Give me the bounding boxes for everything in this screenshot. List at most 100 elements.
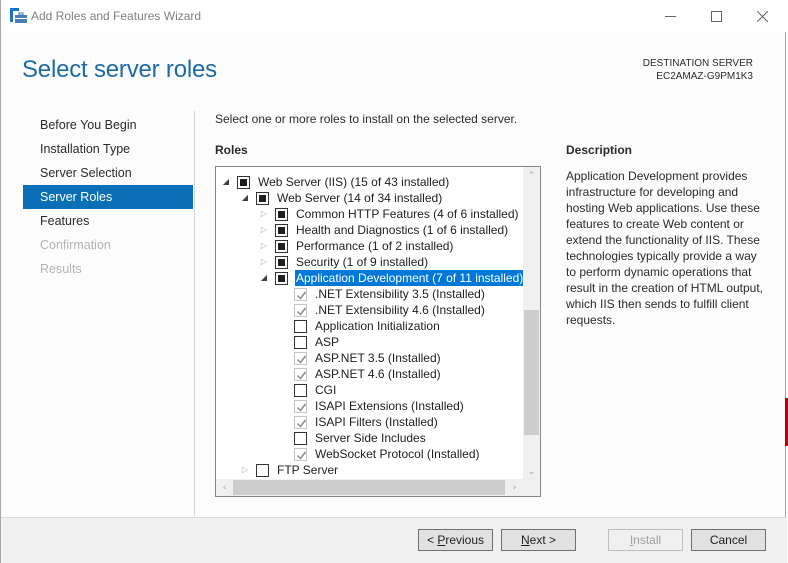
nav-item-installation-type[interactable]: Installation Type [23, 137, 193, 161]
role-checkbox[interactable] [294, 384, 307, 397]
expanded-triangle-icon[interactable]: ◢ [220, 174, 232, 190]
tree-row[interactable]: ◢ Application Development (7 of 11 instal… [216, 270, 525, 286]
close-button[interactable] [739, 0, 785, 32]
tree-row[interactable]: Server Side Includes [216, 430, 524, 446]
role-label[interactable]: ASP.NET 4.6 (Installed) [314, 366, 442, 382]
chevron-up-icon: ⌃ [527, 170, 536, 181]
nav-item-server-selection[interactable]: Server Selection [23, 161, 193, 185]
next-label: ext > [529, 533, 557, 547]
collapsed-triangle-icon[interactable]: ▷ [258, 254, 270, 270]
role-checkbox[interactable] [275, 224, 288, 237]
scroll-right-button[interactable]: › [506, 479, 523, 496]
expanded-triangle-icon[interactable]: ◢ [239, 190, 251, 206]
tree-row[interactable]: ◢ Web Server (IIS) (15 of 43 installed) [216, 174, 524, 190]
roles-tree-rows: ◢ Web Server (IIS) (15 of 43 installed) ◢ W… [216, 174, 525, 478]
tree-row[interactable]: WebSocket Protocol (Installed) [216, 446, 524, 462]
checkmark-icon [296, 307, 307, 316]
tree-row[interactable]: ASP.NET 3.5 (Installed) [216, 350, 524, 366]
scroll-left-button[interactable]: ‹ [216, 479, 233, 496]
role-label[interactable]: Health and Diagnostics (1 of 6 installed… [295, 222, 509, 238]
role-label[interactable]: .NET Extensibility 3.5 (Installed) [314, 286, 486, 302]
horizontal-scrollbar[interactable]: ‹ › [216, 479, 540, 496]
scroll-up-button[interactable]: ⌃ [523, 167, 540, 184]
collapsed-triangle-icon[interactable]: ▷ [258, 222, 270, 238]
role-label[interactable]: Performance (1 of 2 installed) [295, 238, 454, 254]
role-label[interactable]: Application Initialization [314, 318, 441, 334]
tree-row[interactable]: ISAPI Filters (Installed) [216, 414, 524, 430]
tree-row[interactable]: .NET Extensibility 3.5 (Installed) [216, 286, 524, 302]
role-checkbox[interactable] [275, 256, 288, 269]
collapsed-triangle-icon[interactable]: ▷ [239, 462, 251, 478]
nav-divider [194, 111, 195, 516]
previous-label: revious [445, 533, 485, 547]
tree-row[interactable]: ◢ Web Server (14 of 34 installed) [216, 190, 524, 206]
role-label[interactable]: Application Development (7 of 11 install… [295, 270, 525, 286]
checkmark-icon [296, 403, 307, 412]
wizard-window: Add Roles and Features Wizard Select ser… [0, 0, 787, 563]
tree-row[interactable]: ▷ FTP Server [216, 462, 524, 478]
tree-row[interactable]: ASP [216, 334, 524, 350]
cancel-button[interactable]: Cancel [691, 529, 766, 551]
role-checkbox [294, 448, 307, 461]
role-checkbox[interactable] [294, 432, 307, 445]
tree-row[interactable]: ISAPI Extensions (Installed) [216, 398, 524, 414]
title-bar[interactable]: Add Roles and Features Wizard [1, 0, 787, 32]
role-checkbox[interactable] [256, 464, 269, 477]
scroll-down-button[interactable]: ⌄ [523, 463, 540, 480]
role-label[interactable]: ISAPI Filters (Installed) [314, 414, 439, 430]
tree-row[interactable]: ▷ Common HTTP Features (4 of 6 installed) [216, 206, 524, 222]
destination-server-name: EC2AMAZ-G9PM1K3 [656, 71, 753, 82]
role-label[interactable]: ISAPI Extensions (Installed) [314, 398, 465, 414]
expanded-triangle-icon[interactable]: ◢ [258, 270, 270, 286]
role-label[interactable]: CGI [314, 382, 337, 398]
role-checkbox[interactable] [294, 336, 307, 349]
role-checkbox[interactable] [275, 272, 288, 285]
previous-mnemonic: P [437, 533, 446, 547]
role-label[interactable]: Web Server (14 of 34 installed) [276, 190, 443, 206]
role-checkbox [294, 288, 307, 301]
tree-row[interactable]: Application Initialization [216, 318, 524, 334]
minimize-button[interactable] [647, 0, 693, 32]
install-label: nstall [633, 533, 662, 547]
role-label[interactable]: Server Side Includes [314, 430, 427, 446]
vertical-scrollbar[interactable]: ⌃ ⌄ [523, 167, 540, 480]
nav-item-server-roles[interactable]: Server Roles [23, 185, 193, 209]
tree-row[interactable]: ▷ Health and Diagnostics (1 of 6 installe… [216, 222, 524, 238]
role-label[interactable]: FTP Server [276, 462, 339, 478]
chevron-down-icon: ⌄ [527, 466, 536, 477]
roles-heading: Roles [215, 143, 248, 157]
collapsed-triangle-icon[interactable]: ▷ [258, 206, 270, 222]
role-label[interactable]: Web Server (IIS) (15 of 43 installed) [257, 174, 450, 190]
collapsed-triangle-icon[interactable]: ▷ [258, 238, 270, 254]
next-mnemonic: N [520, 533, 530, 547]
role-checkbox[interactable] [275, 240, 288, 253]
tree-row[interactable]: ASP.NET 4.6 (Installed) [216, 366, 524, 382]
role-checkbox[interactable] [294, 320, 307, 333]
horizontal-scroll-thumb[interactable] [233, 480, 505, 495]
maximize-button[interactable] [693, 0, 739, 32]
tree-row[interactable]: .NET Extensibility 4.6 (Installed) [216, 302, 524, 318]
role-label[interactable]: ASP.NET 3.5 (Installed) [314, 350, 442, 366]
previous-button[interactable]: < Previous [418, 529, 493, 551]
role-checkbox[interactable] [275, 208, 288, 221]
tree-row[interactable]: ▷ Performance (1 of 2 installed) [216, 238, 524, 254]
tree-row[interactable]: CGI [216, 382, 524, 398]
wizard-steps-nav: Before You Begin Installation Type Serve… [23, 113, 193, 281]
role-checkbox[interactable] [256, 192, 269, 205]
role-label[interactable]: Common HTTP Features (4 of 6 installed) [295, 206, 520, 222]
vertical-scroll-thumb[interactable] [524, 310, 539, 435]
role-label[interactable]: WebSocket Protocol (Installed) [314, 446, 481, 462]
nav-item-features[interactable]: Features [23, 209, 193, 233]
checkmark-icon [296, 355, 307, 364]
role-label[interactable]: .NET Extensibility 4.6 (Installed) [314, 302, 486, 318]
role-label[interactable]: Security (1 of 9 installed) [295, 254, 429, 270]
nav-item-before-you-begin[interactable]: Before You Begin [23, 113, 193, 137]
role-checkbox [294, 368, 307, 381]
next-button[interactable]: Next > [501, 529, 576, 551]
roles-tree[interactable]: ◢ Web Server (IIS) (15 of 43 installed) ◢ W… [215, 166, 541, 497]
chevron-left-icon: ‹ [222, 482, 227, 493]
tree-row[interactable]: ▷ Security (1 of 9 installed) [216, 254, 524, 270]
role-checkbox [294, 352, 307, 365]
role-checkbox[interactable] [237, 176, 250, 189]
role-label[interactable]: ASP [314, 334, 340, 350]
